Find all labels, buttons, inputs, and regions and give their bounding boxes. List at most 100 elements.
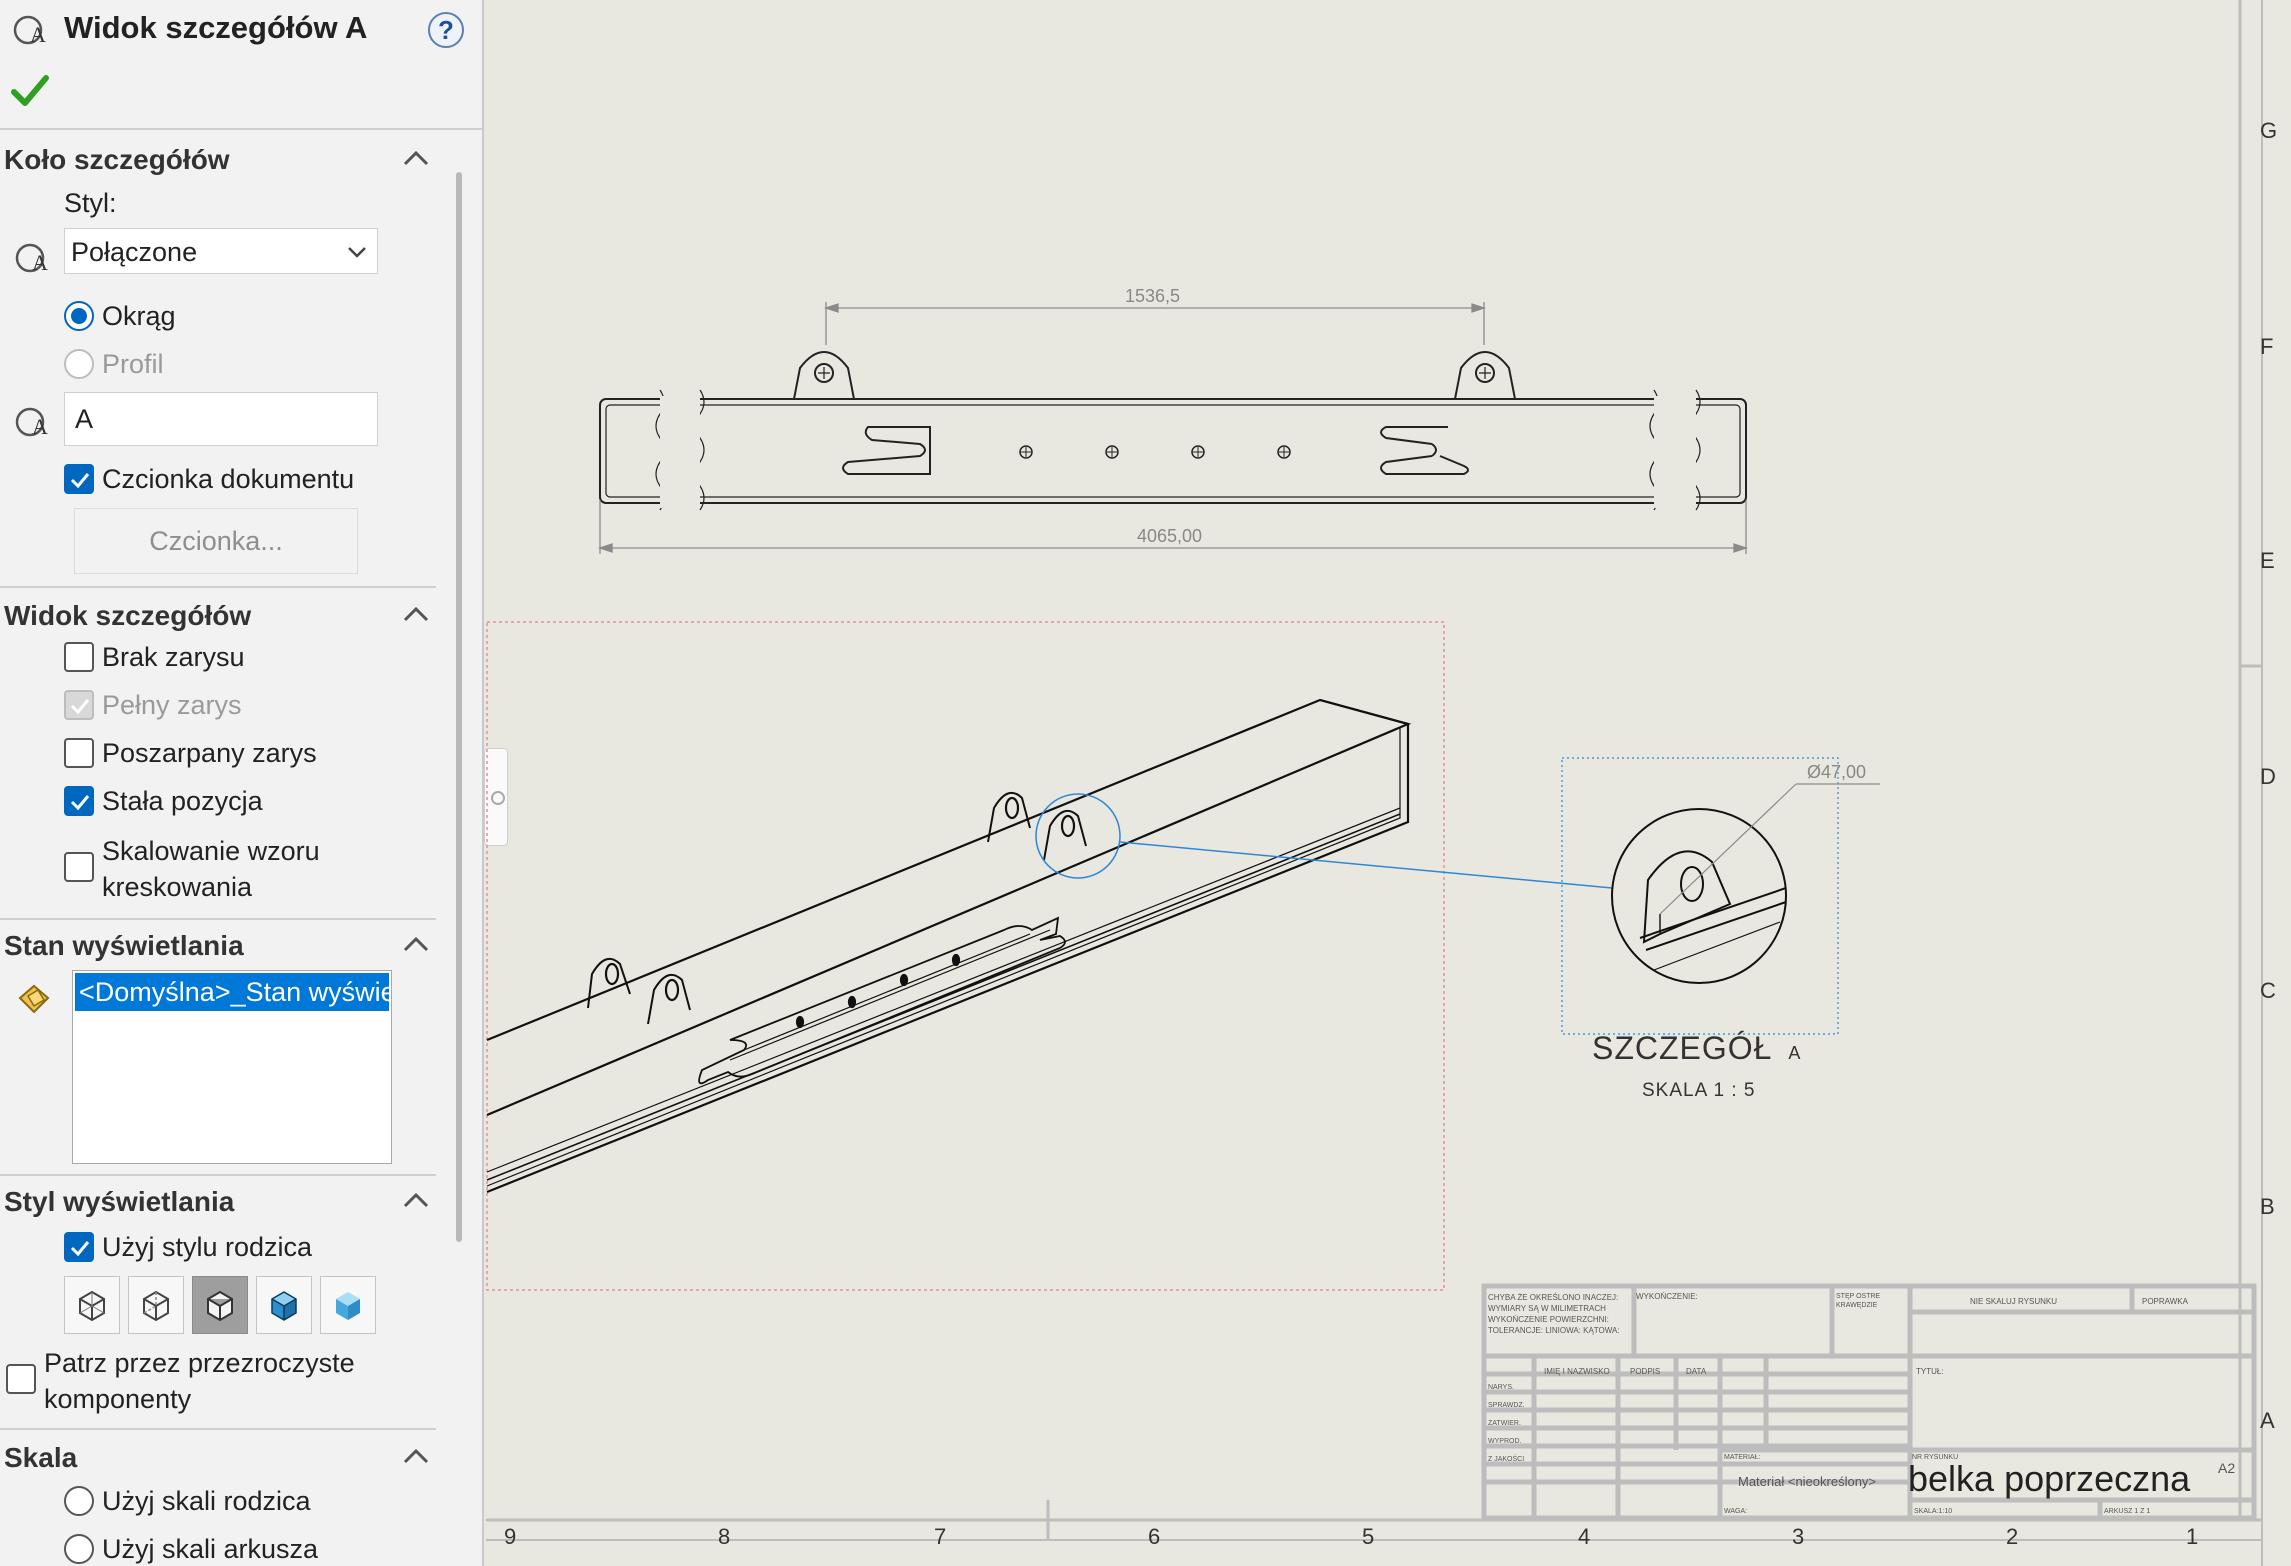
zone-label: B — [2260, 1194, 2275, 1219]
zone-label: C — [2260, 978, 2276, 1003]
style-label: Styl: — [64, 188, 117, 218]
sheet-frame — [486, 0, 2263, 1566]
tb-sheet-size: A2 — [2218, 1460, 2236, 1476]
tb-revision: POPRAWKA — [2142, 1297, 2188, 1306]
detail-view-icon: A — [13, 15, 46, 47]
zone-number: 3 — [1792, 1524, 1805, 1549]
dimension-circle[interactable]: Ø47,00 — [1807, 762, 1866, 783]
property-manager-panel: A Widok szczegółów A ? Koło szczegółów S… — [0, 0, 484, 1566]
display-state-list[interactable]: <Domyślna>_Stan wyświetlania-1 — [72, 970, 392, 1164]
style-dropdown[interactable]: Połączone — [64, 228, 378, 274]
view-boundary — [486, 621, 1445, 1291]
fixed-position-checkbox[interactable] — [64, 786, 94, 816]
tb-scale: SKALA:1:10 — [1914, 1508, 1953, 1515]
section-title-detail-view: Widok szczegółów — [4, 600, 252, 631]
shaded-with-edges-button[interactable] — [256, 1276, 312, 1334]
fixed-position-label: Stała pozycja — [102, 786, 263, 816]
shaded-with-edges-icon — [271, 1291, 297, 1321]
scale-hatch-checkbox[interactable] — [64, 852, 94, 882]
dimension-bottom[interactable]: 4065,00 — [1137, 526, 1202, 547]
section-title-display-state: Stan wyświetlania — [4, 930, 244, 961]
panel-scrollbar[interactable] — [456, 172, 462, 1242]
label-circle-icon: A — [15, 407, 48, 439]
detail-label[interactable]: SZCZEGÓŁ A — [1592, 1030, 1801, 1067]
tb-quality: Z JAKOŚCI — [1488, 1456, 1525, 1463]
section-title-detail-circle: Koło szczegółów — [4, 144, 230, 175]
hidden-lines-visible-button[interactable] — [128, 1276, 184, 1334]
zone-number: 9 — [504, 1524, 517, 1549]
radio-sheet-scale[interactable] — [64, 1534, 94, 1564]
detail-letter: A — [1788, 1043, 1802, 1063]
tb-finish: WYKOŃCZENIE: — [1636, 1292, 1698, 1301]
use-parent-style-checkbox[interactable] — [64, 1232, 94, 1262]
detail-label-text: SZCZEGÓŁ — [1592, 1030, 1773, 1066]
tb-weight: WAGA: — [1724, 1508, 1748, 1515]
zone-number: 5 — [1362, 1524, 1375, 1549]
shaded-icon — [336, 1292, 360, 1320]
see-through-label-line2: komponenty — [44, 1384, 192, 1414]
collapse-chevron-icon[interactable] — [402, 1190, 430, 1210]
tb-checked: SPRAWDZ. — [1488, 1402, 1525, 1409]
full-outline-checkbox — [64, 690, 94, 720]
collapse-chevron-icon[interactable] — [402, 148, 430, 168]
radio-circle[interactable] — [64, 301, 94, 331]
dimension-lines — [597, 302, 1749, 554]
display-state-item-selected[interactable]: <Domyślna>_Stan wyświetlania-1 — [75, 973, 389, 1011]
tb-title-header: TYTUŁ: — [1916, 1367, 1944, 1376]
detail-scale-label: SKALA 1 : 5 — [1642, 1080, 1756, 1101]
zone-label: D — [2260, 764, 2276, 789]
see-through-checkbox[interactable] — [6, 1364, 36, 1394]
radio-circle-label: Okrąg — [102, 301, 176, 331]
svg-text:A: A — [30, 22, 46, 47]
jagged-outline-checkbox[interactable] — [64, 738, 94, 768]
divider — [0, 918, 436, 920]
help-button[interactable]: ? — [428, 12, 464, 48]
radio-parent-scale-label: Użyj skali rodzica — [102, 1486, 311, 1516]
drawing-sheet[interactable]: 1536,5 4065,00 Ø47,00 SZCZEGÓŁ A SKALA 1… — [486, 0, 2291, 1566]
dimension-top[interactable]: 1536,5 — [1125, 286, 1180, 307]
top-view — [599, 351, 1747, 511]
tb-notes: CHYBA ŻE OKREŚLONO INACZEJ: WYMIARY SĄ W… — [1488, 1293, 1620, 1335]
wireframe-button[interactable] — [64, 1276, 120, 1334]
tb-part-name[interactable]: belka poprzeczna — [1908, 1458, 2190, 1500]
zone-number: 7 — [934, 1524, 947, 1549]
collapse-chevron-icon[interactable] — [402, 604, 430, 624]
radio-parent-scale[interactable] — [64, 1486, 94, 1516]
see-through-label: Patrz przez przezroczyste — [44, 1348, 355, 1378]
scale-hatch-label-line2: kreskowania — [102, 872, 253, 902]
display-state-icon — [18, 984, 50, 1014]
zone-number: 6 — [1148, 1524, 1161, 1549]
chevron-down-icon — [348, 247, 366, 258]
no-outline-checkbox[interactable] — [64, 642, 94, 672]
zone-number: 2 — [2006, 1524, 2019, 1549]
zone-number: 1 — [2186, 1524, 2199, 1549]
drawing-canvas — [486, 0, 2263, 1566]
zone-number: 4 — [1578, 1524, 1591, 1549]
tb-material-header: MATERIAŁ: — [1724, 1454, 1761, 1461]
zone-label: F — [2260, 334, 2274, 359]
zone-label: G — [2260, 118, 2278, 143]
hidden-lines-removed-button[interactable] — [192, 1276, 248, 1334]
collapse-chevron-icon[interactable] — [402, 1446, 430, 1466]
doc-font-checkbox[interactable] — [64, 464, 94, 494]
shaded-button[interactable] — [320, 1276, 376, 1334]
wireframe-icon — [79, 1290, 105, 1322]
tb-approved: ZATWIER. — [1488, 1420, 1521, 1427]
zone-number: 8 — [718, 1524, 731, 1549]
scale-hatch-label: Skalowanie wzoru — [102, 836, 320, 866]
section-title-scale: Skala — [4, 1442, 78, 1473]
no-outline-label: Brak zarysu — [102, 642, 245, 672]
label-input[interactable]: A — [64, 392, 378, 446]
circle-style-icon: A — [15, 243, 48, 275]
section-title-display-style: Styl wyświetlania — [4, 1186, 235, 1217]
ok-checkmark-icon[interactable] — [10, 70, 50, 110]
tb-drawn: NARYS. — [1488, 1384, 1514, 1391]
style-dropdown-value: Połączone — [71, 237, 198, 267]
radio-sheet-scale-label: Użyj skali arkusza — [102, 1534, 319, 1564]
tb-break-edges: STĘP OSTRE KRAWĘDZIE — [1836, 1293, 1881, 1309]
font-button: Czcionka... — [74, 508, 358, 574]
doc-font-label: Czcionka dokumentu — [102, 464, 355, 494]
divider — [0, 128, 482, 130]
collapse-chevron-icon[interactable] — [402, 934, 430, 954]
hidden-lines-removed-icon — [207, 1290, 233, 1322]
